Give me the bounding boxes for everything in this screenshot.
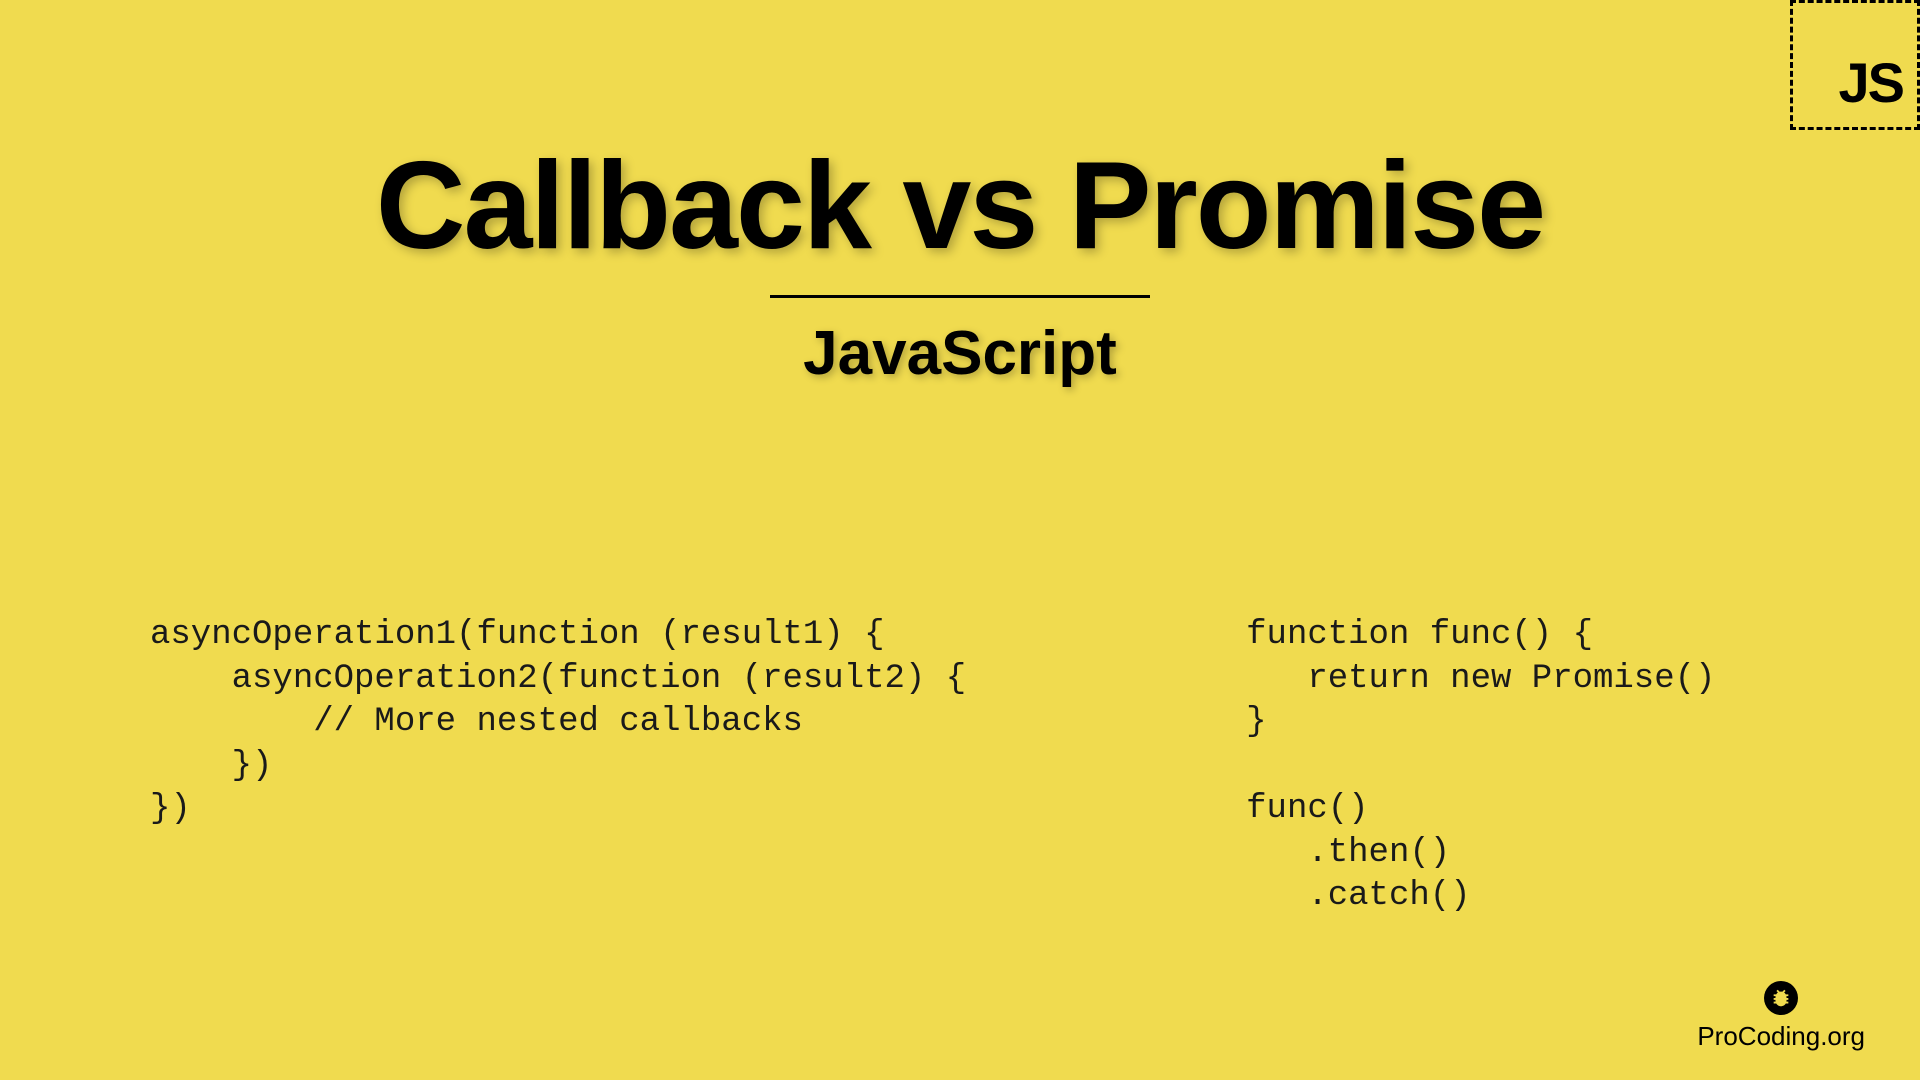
header: Callback vs Promise JavaScript	[0, 0, 1920, 389]
page-title: Callback vs Promise	[0, 135, 1920, 277]
page-subtitle: JavaScript	[0, 318, 1920, 389]
promise-code-block: function func() { return new Promise() }…	[1246, 614, 1915, 919]
code-container: asyncOperation1(function (result1) { asy…	[0, 614, 1920, 919]
footer-text: ProCoding.org	[1697, 1021, 1865, 1052]
bug-icon	[1764, 981, 1798, 1015]
js-badge: JS	[1790, 0, 1920, 130]
js-badge-text: JS	[1839, 50, 1904, 115]
callback-code-block: asyncOperation1(function (result1) { asy…	[150, 614, 966, 919]
title-divider	[770, 295, 1150, 298]
footer: ProCoding.org	[1697, 981, 1865, 1052]
